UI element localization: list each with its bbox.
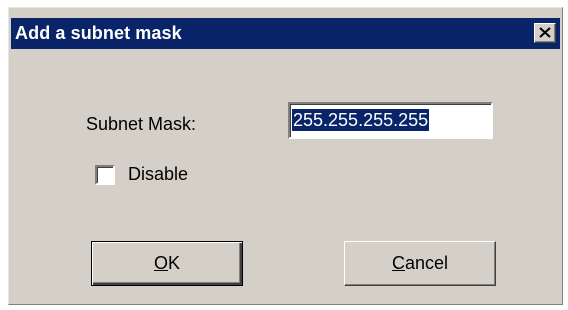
ok-label-rest: K	[168, 253, 181, 273]
ok-button[interactable]: OK	[91, 241, 243, 286]
close-x-icon	[539, 27, 551, 38]
title-bar[interactable]: Add a subnet mask	[11, 18, 560, 49]
disable-label[interactable]: Disable	[128, 164, 188, 185]
subnet-mask-label: Subnet Mask:	[86, 114, 197, 134]
cancel-mnemonic: C	[391, 253, 405, 273]
cancel-label-rest: ancel	[404, 253, 449, 273]
window-title: Add a subnet mask	[15, 23, 182, 43]
disable-checkbox[interactable]	[95, 165, 115, 185]
subnet-mask-input[interactable]: 255.255.255.255	[288, 102, 493, 139]
add-subnet-mask-dialog: Add a subnet mask Subnet Mask: 255.255.2…	[8, 7, 563, 305]
ok-mnemonic: O	[153, 253, 168, 273]
cancel-button[interactable]: Cancel	[344, 241, 496, 286]
close-button[interactable]	[534, 23, 556, 43]
subnet-mask-value: 255.255.255.255	[292, 109, 430, 131]
